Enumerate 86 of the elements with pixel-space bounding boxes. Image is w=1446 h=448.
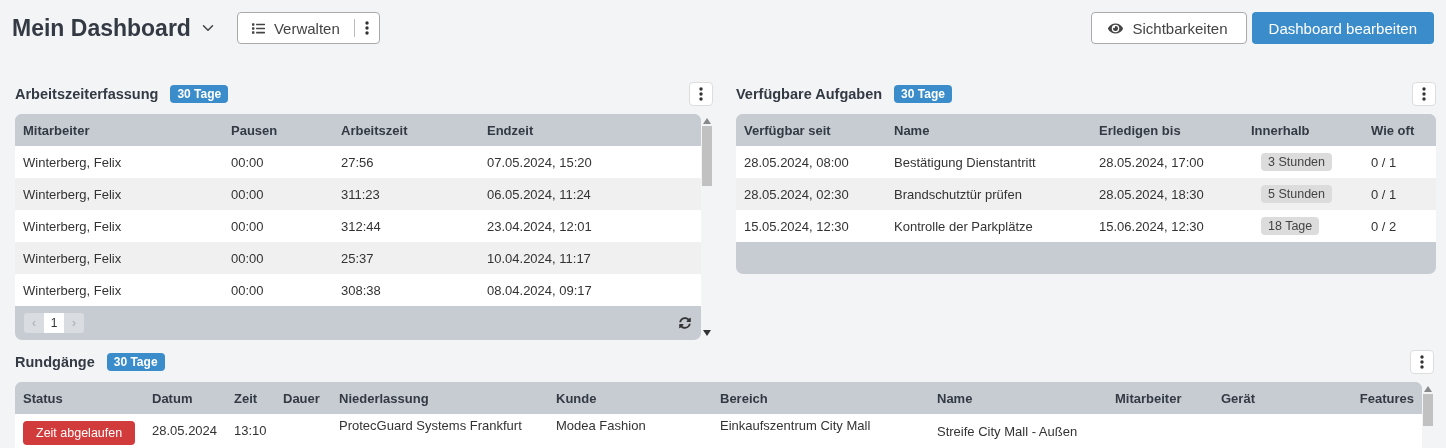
column-header[interactable]: Name [886,114,1091,146]
column-header[interactable]: Kunde [548,382,712,414]
table-cell: Winterberg, Felix [23,250,122,266]
page-title: Mein Dashboard [12,14,191,42]
column-header[interactable]: Dauer [275,382,331,414]
table-cell: 0 / 1 [1371,186,1397,202]
table-cell: 28.05.2024, 18:30 [1099,186,1204,202]
table-cell: 10.04.2024, 11:17 [487,250,591,266]
column-header[interactable]: Bereich [712,382,929,414]
period-badge: 30 Tage [894,85,952,103]
column-header[interactable]: Verfügbar seit [736,114,886,146]
table-cell: Winterberg, Felix [23,154,122,170]
duration-tag: 5 Stunden [1261,185,1332,203]
table-cell: 08.04.2024, 09:17 [487,282,592,298]
column-header[interactable]: Status [15,382,144,414]
column-header[interactable]: Erledigen bis [1091,114,1243,146]
widget-title: Arbeitszeiterfassung [15,86,159,102]
table-cell: 28.05.2024 [152,423,218,438]
table-cell: Bestätigung Dienstantritt [894,154,1036,170]
scroll-up-icon[interactable] [703,118,711,124]
column-header[interactable]: Name [929,382,1107,414]
duration-tag: 18 Tage [1261,217,1320,235]
table-cell: 311:23 [341,186,380,202]
more-icon [364,21,369,35]
table-cell: 0 / 2 [1371,218,1397,234]
table-cell: 28.05.2024, 08:00 [744,154,849,170]
table-cell: Einkaufszentrum City Mall [720,418,871,433]
column-header[interactable]: Features [1283,382,1422,414]
table-cell: 00:00 [231,154,264,170]
table-cell: 00:00 [231,218,264,234]
column-header[interactable]: Gerät [1213,382,1283,414]
table-cell: 00:00 [231,186,264,202]
table-cell: Modea Fashion [556,418,646,433]
column-header[interactable]: Mitarbeiter [1107,382,1213,414]
column-header[interactable]: Wie oft [1363,114,1436,146]
widget-title: Rundgänge [15,354,95,370]
table-cell: 28.05.2024, 17:00 [1099,154,1204,170]
page-button[interactable]: 1 [44,313,64,333]
column-header[interactable]: Innerhalb [1243,114,1363,146]
period-badge: 30 Tage [170,85,229,103]
column-header[interactable]: Pausen [223,114,333,146]
table-cell: 23.04.2024, 12:01 [487,218,592,234]
table-cell: 25:37 [341,250,374,266]
table-cell: 13:10 [234,423,267,438]
more-button[interactable] [1410,350,1434,374]
table-cell: Streife City Mall - Außen [937,424,1078,439]
table-cell: 27:56 [341,154,374,170]
more-icon [1422,87,1426,101]
more-button[interactable] [1412,82,1436,106]
widget-title: Verfügbare Aufgaben [736,86,883,102]
scroll-down-icon[interactable] [703,330,711,336]
table-cell: 312:44 [341,218,381,234]
column-header[interactable]: Arbeitszeit [333,114,479,146]
period-badge: 30 Tage [106,353,165,371]
table-cell: Winterberg, Felix [23,282,122,298]
table-cell: 15.06.2024, 12:30 [1099,218,1204,234]
table-cell: Kontrolle der Parkplätze [894,218,1033,234]
status-badge: Zeit abgelaufen [23,421,136,445]
table-cell: 06.05.2024, 11:24 [487,186,591,202]
refresh-icon[interactable] [679,317,691,329]
column-header[interactable]: Zeit [226,382,275,414]
scroll-thumb[interactable] [702,126,712,186]
table-cell: 28.05.2024, 02:30 [744,186,849,202]
more-icon [1420,355,1424,369]
scroll-thumb[interactable] [1423,394,1433,426]
scroll-up-icon[interactable] [1424,386,1432,392]
table-cell: 00:00 [231,250,264,266]
table-cell: Winterberg, Felix [23,186,122,202]
table-cell: 15.05.2024, 12:30 [744,218,849,234]
table-cell: Winterberg, Felix [23,218,122,234]
list-icon [251,21,265,35]
column-header[interactable]: Endzeit [479,114,701,146]
table-cell: 308:38 [341,282,381,298]
table-cell: Brandschutztür prüfen [894,186,1022,202]
more-icon [699,87,703,101]
table-cell: 00:00 [231,282,264,298]
column-header[interactable]: Niederlassung [331,382,548,414]
column-header[interactable]: Mitarbeiter [15,114,223,146]
table-cell: 07.05.2024, 15:20 [487,154,592,170]
edit-dashboard-button[interactable]: Dashboard bearbeiten [1251,12,1434,44]
table-cell: 0 / 1 [1371,154,1397,170]
table-cell: ProtecGuard Systems Frankfurt [339,418,522,433]
more-button[interactable] [689,82,713,106]
column-header[interactable]: Datum [144,382,226,414]
visibility-button[interactable]: Sichtbarkeiten [1091,12,1247,44]
duration-tag: 3 Stunden [1261,153,1332,171]
